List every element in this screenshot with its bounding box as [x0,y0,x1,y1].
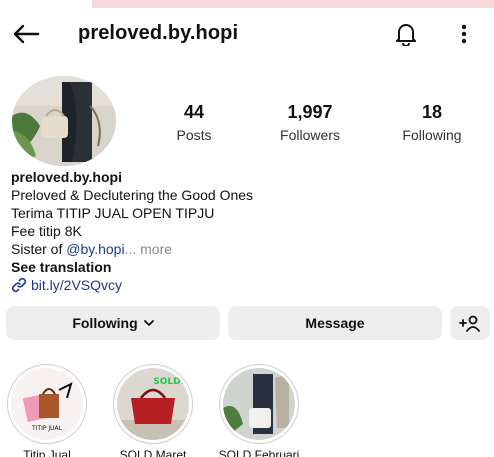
profile-actions: Following Message [6,306,490,340]
following-label: Following [402,127,462,143]
arrow-left-icon [13,24,40,44]
more-vertical-icon [461,24,467,44]
highlight-caption: SOLD Maret [119,448,187,457]
profile-username: preloved.by.hopi [78,22,239,44]
posts-label: Posts [176,127,212,143]
posts-count: 44 [183,102,205,122]
avatar-image [12,76,116,166]
highlight-cover-sold-maret: SOLD! [117,368,189,440]
profile-stats: 44 Posts 1,997 Followers 18 Following [150,102,480,146]
bio-name: preloved.by.hopi [11,169,122,185]
following-button[interactable]: Following [6,306,220,340]
profile-bio: preloved.by.hopi Preloved & Declutering … [11,168,481,294]
message-button[interactable]: Message [228,306,442,340]
highlight-item[interactable]: SOLD Februari [214,364,304,457]
highlight-item[interactable]: SOLD! SOLD Maret [108,364,198,457]
followers-stat[interactable]: 1,997 Followers [260,102,360,143]
bio-mention-link[interactable]: @by.hopi [66,241,124,257]
following-count: 18 [421,102,443,122]
suggested-users-button[interactable] [450,306,490,340]
chevron-down-icon [143,319,154,326]
followers-label: Followers [280,127,340,143]
see-translation-link[interactable]: See translation [11,258,481,276]
posts-stat[interactable]: 44 Posts [144,102,244,143]
highlight-ring [219,364,299,444]
bio-line-1: Preloved & Declutering the Good Ones [11,187,254,203]
bio-line-3: Fee titip 8K [11,223,82,239]
highlight-caption: SOLD Februari [218,448,300,457]
highlight-cover-titip-jual: TITIP JUAL [11,368,83,440]
message-button-label: Message [305,315,365,331]
highlight-item[interactable]: TITIP JUAL Titip Jual [2,364,92,457]
story-highlights: TITIP JUAL Titip Jual SOLD! SOLD Maret S… [0,364,494,457]
highlight-ring: TITIP JUAL [7,364,87,444]
highlight-ring: SOLD! [113,364,193,444]
bio-external-link[interactable]: bit.ly/2VSQvcy [11,276,481,294]
following-stat[interactable]: 18 Following [382,102,482,143]
bio-sister-prefix: Sister of [11,241,67,257]
bio-more-link[interactable]: ... more [125,241,172,257]
add-user-icon [459,315,480,332]
followers-count: 1,997 [287,102,333,122]
link-icon [11,277,27,293]
profile-avatar[interactable] [12,76,116,166]
following-button-label: Following [72,315,138,331]
back-button[interactable] [8,16,44,52]
bell-icon [396,24,416,46]
top-banner-strip [92,0,494,8]
more-options-button[interactable] [448,16,480,52]
highlight-caption: Titip Jual [23,448,71,457]
highlight-cover-sold-februari [223,368,295,440]
highlight-badge-sold: SOLD! [153,377,184,387]
bio-line-4: Sister of @by.hopi... more [11,240,481,258]
notifications-button[interactable] [388,16,424,52]
profile-header: preloved.by.hopi [0,14,494,54]
highlight-badge-titip-jual: TITIP JUAL [31,425,63,432]
bio-link-text: bit.ly/2VSQvcy [31,277,123,293]
bio-line-2: Terima TITIP JUAL OPEN TIPJU [11,205,215,221]
